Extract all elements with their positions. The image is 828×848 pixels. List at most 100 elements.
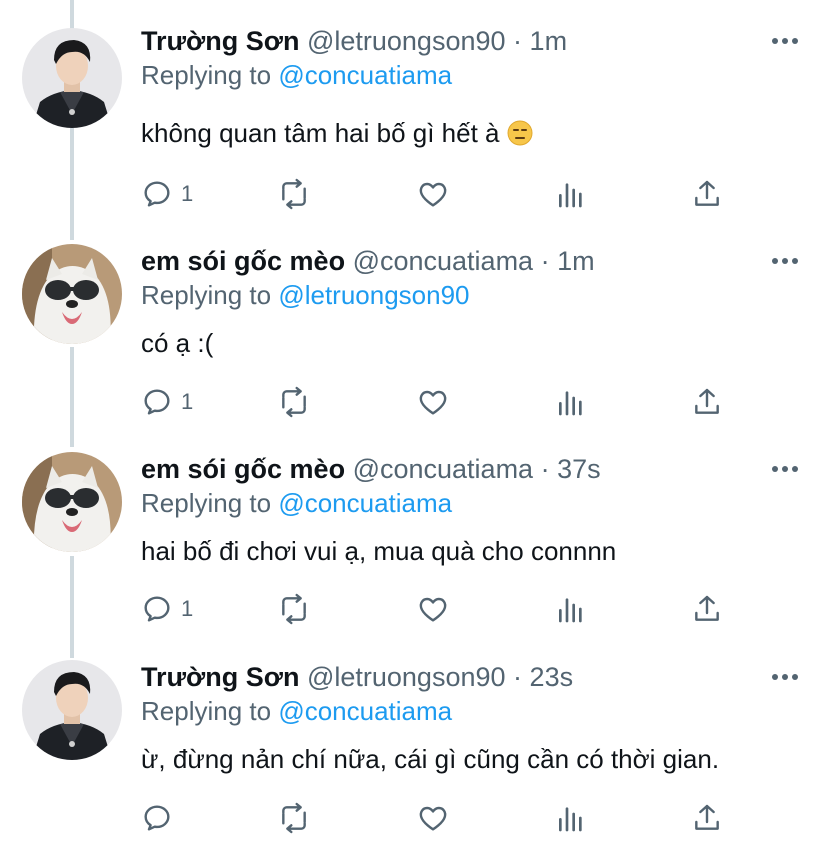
tweet-actions: 1 xyxy=(0,174,828,214)
analytics-button[interactable] xyxy=(555,589,587,629)
more-options-icon[interactable] xyxy=(770,254,800,268)
like-button[interactable] xyxy=(417,382,449,422)
user-handle[interactable]: @concuatiama xyxy=(353,246,534,276)
share-icon xyxy=(695,595,719,621)
separator-dot: · xyxy=(513,662,523,692)
retweet-button[interactable] xyxy=(278,382,310,422)
share-icon xyxy=(695,388,719,414)
replying-to: Replying to @letruongson90 xyxy=(141,278,470,312)
tweet-actions: 1 xyxy=(0,589,828,629)
man-avatar-image xyxy=(22,660,122,760)
retweet-button[interactable] xyxy=(278,798,310,838)
share-icon xyxy=(695,180,719,206)
analytics-button[interactable] xyxy=(555,382,587,422)
tweet-header: em sói gốc mèo @concuatiama · 1m xyxy=(141,244,595,278)
analytics-icon xyxy=(559,807,582,832)
tweet-text-container: không quan tâm hai bố gì hết à xyxy=(141,116,533,150)
tweet-text: có ạ :( xyxy=(141,328,214,358)
tweet-text: không quan tâm hai bố gì hết à xyxy=(141,118,500,148)
separator-dot: · xyxy=(540,454,550,484)
reply-count: 1 xyxy=(181,389,194,414)
replying-to-label: Replying to xyxy=(141,280,272,310)
retweet-button[interactable] xyxy=(278,174,310,214)
analytics-icon xyxy=(559,391,582,416)
timestamp[interactable]: 23s xyxy=(530,662,574,692)
tweet-header: Trường Sơn @letruongson90 · 1m xyxy=(141,24,567,58)
reply-icon xyxy=(144,389,170,415)
retweet-button[interactable] xyxy=(278,589,310,629)
avatar[interactable] xyxy=(22,452,122,552)
reply-button[interactable]: 1 xyxy=(141,589,193,629)
tweet-header: em sói gốc mèo @concuatiama · 37s xyxy=(141,452,601,486)
share-button[interactable] xyxy=(691,174,723,214)
reply-icon xyxy=(144,181,170,207)
heart-icon xyxy=(419,390,447,415)
dog-avatar-image xyxy=(22,244,122,344)
tweet-actions: 1 xyxy=(0,382,828,422)
replying-to: Replying to @concuatiama xyxy=(141,694,452,728)
expressionless-face-emoji-icon xyxy=(507,120,533,146)
more-options-icon[interactable] xyxy=(770,670,800,684)
reply-button[interactable] xyxy=(141,798,181,838)
mention-link[interactable]: @letruongson90 xyxy=(278,280,469,310)
avatar[interactable] xyxy=(22,244,122,344)
analytics-button[interactable] xyxy=(555,798,587,838)
reply-button[interactable]: 1 xyxy=(141,382,193,422)
user-handle[interactable]: @concuatiama xyxy=(353,454,534,484)
tweet[interactable]: Trường Sơn @letruongson90 · 1m Replying … xyxy=(0,24,828,224)
retweet-icon xyxy=(282,802,306,834)
heart-icon xyxy=(419,182,447,207)
avatar[interactable] xyxy=(22,660,122,760)
display-name[interactable]: em sói gốc mèo xyxy=(141,454,345,484)
tweet-header: Trường Sơn @letruongson90 · 23s xyxy=(141,660,573,694)
tweet[interactable]: em sói gốc mèo @concuatiama · 37s Replyi… xyxy=(0,452,828,652)
more-options-icon[interactable] xyxy=(770,462,800,476)
heart-icon xyxy=(419,806,447,831)
like-button[interactable] xyxy=(417,798,449,838)
share-button[interactable] xyxy=(691,798,723,838)
share-icon xyxy=(695,804,719,830)
analytics-icon xyxy=(559,183,582,208)
user-handle[interactable]: @letruongson90 xyxy=(307,26,506,56)
user-handle[interactable]: @letruongson90 xyxy=(307,662,506,692)
share-button[interactable] xyxy=(691,589,723,629)
tweet[interactable]: Trường Sơn @letruongson90 · 23s Replying… xyxy=(0,660,828,848)
reply-count: 1 xyxy=(181,596,194,621)
mention-link[interactable]: @concuatiama xyxy=(278,60,452,90)
display-name[interactable]: em sói gốc mèo xyxy=(141,246,345,276)
retweet-icon xyxy=(282,386,306,418)
timestamp[interactable]: 37s xyxy=(557,454,601,484)
separator-dot: · xyxy=(540,246,550,276)
man-avatar-image xyxy=(22,28,122,128)
share-button[interactable] xyxy=(691,382,723,422)
tweet-actions xyxy=(0,798,828,838)
replying-to-label: Replying to xyxy=(141,488,272,518)
reply-icon xyxy=(144,805,170,831)
reply-count: 1 xyxy=(181,181,194,206)
heart-icon xyxy=(419,597,447,622)
timestamp[interactable]: 1m xyxy=(530,26,568,56)
more-options-icon[interactable] xyxy=(770,34,800,48)
dog-avatar-image xyxy=(22,452,122,552)
mention-link[interactable]: @concuatiama xyxy=(278,696,452,726)
tweet-text: hai bố đi chơi vui ạ, mua quà cho connnn xyxy=(141,536,617,566)
mention-link[interactable]: @concuatiama xyxy=(278,488,452,518)
like-button[interactable] xyxy=(417,174,449,214)
avatar[interactable] xyxy=(22,28,122,128)
tweet[interactable]: em sói gốc mèo @concuatiama · 1m Replyin… xyxy=(0,244,828,444)
retweet-icon xyxy=(282,178,306,210)
reply-icon xyxy=(144,596,170,622)
separator-dot: · xyxy=(513,26,523,56)
display-name[interactable]: Trường Sơn xyxy=(141,662,299,692)
display-name[interactable]: Trường Sơn xyxy=(141,26,299,56)
reply-button[interactable]: 1 xyxy=(141,174,193,214)
replying-to-label: Replying to xyxy=(141,60,272,90)
analytics-icon xyxy=(559,598,582,623)
tweet-text: ừ, đừng nản chí nữa, cái gì cũng cần có … xyxy=(141,744,720,774)
retweet-icon xyxy=(282,593,306,625)
like-button[interactable] xyxy=(417,589,449,629)
analytics-button[interactable] xyxy=(555,174,587,214)
replying-to: Replying to @concuatiama xyxy=(141,58,452,92)
timestamp[interactable]: 1m xyxy=(557,246,595,276)
replying-to-label: Replying to xyxy=(141,696,272,726)
